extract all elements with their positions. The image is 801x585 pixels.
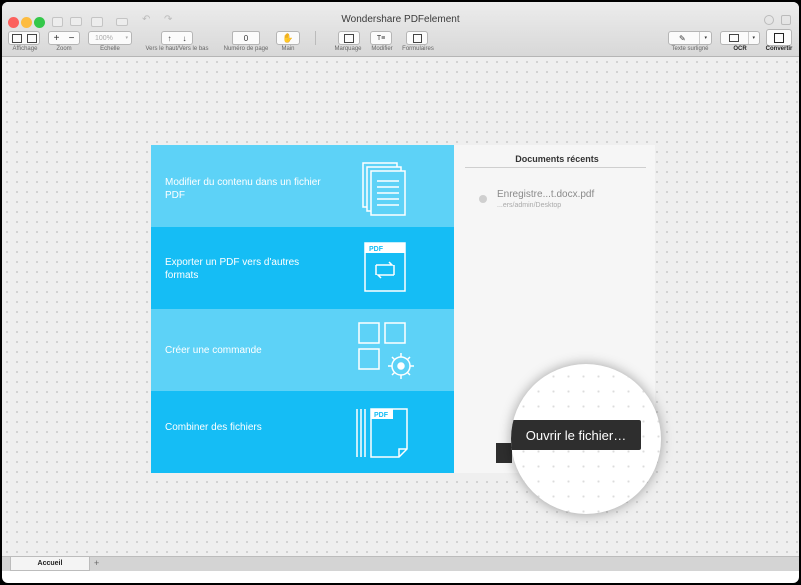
zoom-in-icon[interactable]: + [54, 33, 60, 44]
toolbar-divider [315, 31, 316, 45]
window-title: Wondershare PDFelement [341, 14, 460, 25]
page-number-label: Numéro de page [223, 46, 269, 52]
action-create-command[interactable]: Créer une commande [151, 309, 454, 391]
app-window: ↶ ↷ Wondershare PDFelement Affichage + −… [2, 2, 799, 583]
pdf-tag-text: PDF [374, 412, 389, 419]
open-file-button[interactable]: Ouvrir le fichier… [511, 420, 641, 450]
zoom-label: Zoom [56, 46, 72, 52]
affichage-label: Affichage [12, 46, 38, 52]
magnifier-callout: Ouvrir le fichier… [511, 364, 661, 514]
single-page-icon[interactable] [11, 33, 22, 43]
pdf-convert-icon: PDF [364, 242, 406, 292]
convert-button[interactable] [766, 29, 792, 46]
account-icon[interactable] [781, 15, 791, 25]
pdf-tag-text: PDF [369, 246, 384, 253]
hand-icon: ✋ [282, 32, 294, 43]
page-number-input[interactable]: 0 [232, 31, 260, 45]
pages-stack-icon [362, 162, 406, 216]
formulaires-label: Formulaires [402, 46, 434, 52]
convertir-label: Convertir [765, 46, 793, 52]
chevron-down-icon: ▾ [125, 35, 128, 41]
toolbar: ↶ ↷ Wondershare PDFelement Affichage + −… [2, 2, 799, 57]
ocr-button[interactable]: ▾ [720, 31, 760, 45]
zoom-select[interactable]: 100% ▾ [88, 31, 132, 45]
view-toggle[interactable] [8, 31, 40, 45]
zoom-control[interactable]: + − [48, 31, 80, 45]
action-edit-content[interactable]: Modifier du contenu dans un fichier PDF [151, 145, 454, 227]
arrow-up-icon[interactable]: ↑ [168, 34, 172, 43]
forms-button[interactable] [406, 31, 428, 45]
two-page-icon[interactable] [26, 33, 37, 43]
action-label: Créer une commande [165, 345, 262, 356]
ocr-icon [729, 34, 739, 42]
help-icon[interactable] [764, 15, 774, 25]
grid-gear-icon [358, 322, 414, 379]
tab-accueil[interactable]: Accueil [10, 557, 90, 571]
hand-tool-button[interactable]: ✋ [276, 31, 300, 45]
recent-document-path: ...ers/admin/Desktop [497, 202, 562, 209]
action-export-pdf[interactable]: Exporter un PDF vers d'autres formats PD… [151, 227, 454, 309]
tab-bar: Accueil + [2, 556, 799, 571]
recent-document-name[interactable]: Enregistre...t.docx.pdf [497, 189, 594, 200]
chevron-down-icon[interactable]: ▾ [752, 35, 755, 41]
open-file-button-edge[interactable] [496, 443, 512, 463]
ocr-label: OCR [733, 46, 747, 52]
convert-icon [774, 32, 784, 43]
combine-pdf-icon: PDF [356, 408, 408, 458]
action-label: Exporter un PDF vers d'autres formats [165, 257, 300, 281]
markup-icon [344, 33, 354, 43]
modifier-label: Modifier [371, 46, 393, 52]
marquage-label: Marquage [334, 46, 362, 52]
split-divider [699, 32, 700, 44]
form-icon [412, 33, 422, 43]
add-tab-icon[interactable]: + [94, 558, 99, 568]
zoom-out-icon[interactable]: − [69, 33, 75, 44]
action-combine-files[interactable]: Combiner des fichiers PDF [151, 391, 454, 473]
page-number-value: 0 [243, 33, 249, 43]
pen-icon: ✎ [679, 33, 686, 43]
recent-divider [465, 167, 646, 168]
arrow-down-icon[interactable]: ↓ [183, 34, 187, 43]
nav-label: Vers le haut/Vers le bas [145, 46, 209, 52]
echelle-label: Echelle [100, 46, 120, 52]
texte-surligne-label: Texte surligné [671, 46, 709, 52]
edit-text-icon: T≡ [376, 34, 386, 42]
main-label: Main [281, 46, 295, 52]
edit-button[interactable]: T≡ [370, 31, 392, 45]
highlight-text-button[interactable]: ✎ ▾ [668, 31, 712, 45]
document-dot-icon [479, 195, 487, 203]
recent-documents-title: Documents récents [515, 154, 599, 164]
page-nav-control[interactable]: ↑ ↓ [161, 31, 193, 45]
chevron-down-icon[interactable]: ▾ [704, 35, 707, 41]
action-label: Combiner des fichiers [165, 422, 262, 433]
split-divider [748, 32, 749, 44]
markup-button[interactable] [338, 31, 360, 45]
zoom-value: 100% [95, 34, 113, 42]
action-label: Modifier du contenu dans un fichier PDF [165, 177, 321, 201]
